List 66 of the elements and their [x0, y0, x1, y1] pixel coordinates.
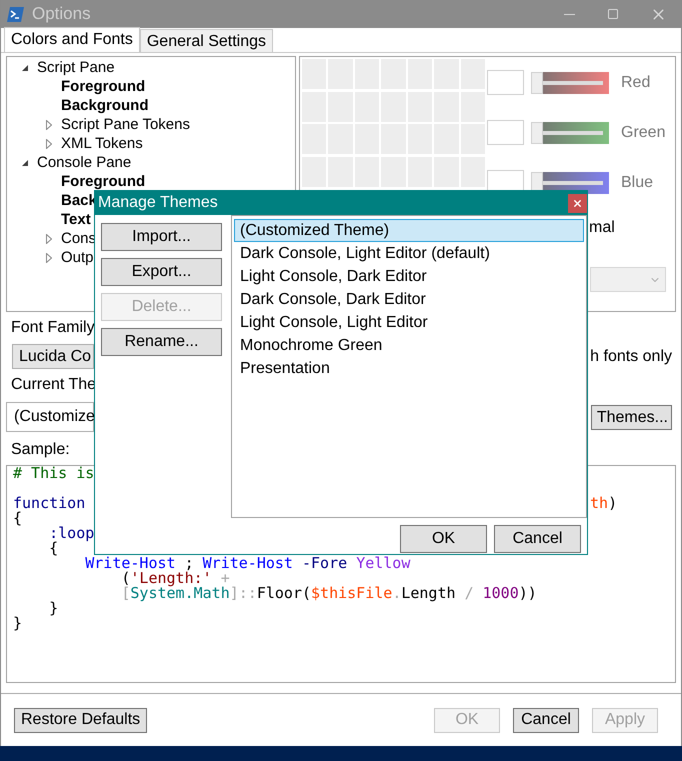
- dialog-title: Manage Themes: [98, 193, 218, 213]
- maximize-icon: [607, 8, 619, 20]
- list-item[interactable]: Light Console, Dark Editor: [234, 265, 584, 288]
- list-item[interactable]: Monochrome Green: [234, 334, 584, 357]
- button[interactable]: Export...: [101, 258, 222, 286]
- tab[interactable]: Colors and Fonts: [4, 27, 140, 52]
- input-field[interactable]: [487, 70, 524, 95]
- option-label: h fonts only: [590, 346, 672, 366]
- slider-thumb[interactable]: [531, 122, 543, 144]
- list-item[interactable]: Light Console, Light Editor: [234, 311, 584, 334]
- code-line: # This is: [13, 466, 94, 481]
- tree-item[interactable]: Script Pane Tokens: [61, 115, 190, 134]
- field-label: Font Family: [11, 319, 95, 337]
- tree-item[interactable]: Foreground: [61, 172, 146, 191]
- slider-label: Red: [621, 72, 650, 92]
- option-label: mal: [588, 219, 616, 237]
- tree-item[interactable]: Cons: [61, 229, 96, 248]
- caret-down-icon[interactable]: [21, 64, 29, 72]
- caret-right-icon[interactable]: [46, 120, 52, 130]
- field-label: Sample:: [11, 441, 70, 459]
- terminal-icon: [7, 6, 24, 22]
- list-item[interactable]: (Customized Theme): [234, 219, 584, 242]
- close-button[interactable]: [568, 194, 587, 212]
- button[interactable]: Restore Defaults: [14, 708, 148, 732]
- code-line: th): [590, 496, 618, 511]
- button[interactable]: Rename...: [101, 328, 222, 356]
- theme-dropdown[interactable]: (Customize: [6, 402, 94, 432]
- list-item[interactable]: Dark Console, Light Editor (default): [234, 242, 584, 265]
- caret-right-icon[interactable]: [46, 138, 52, 148]
- slider-label: Green: [621, 122, 666, 142]
- color-slider[interactable]: [531, 72, 609, 94]
- caret-down-icon[interactable]: [21, 158, 29, 166]
- tab[interactable]: General Settings: [140, 29, 274, 52]
- caret-right-icon[interactable]: [46, 234, 52, 244]
- input-field[interactable]: [487, 120, 524, 145]
- tree-item[interactable]: Foreground: [61, 77, 146, 96]
- tree-item[interactable]: Text: [61, 210, 91, 229]
- color-slider[interactable]: [531, 122, 609, 144]
- code-line: }: [48, 601, 58, 616]
- code-line: [System.Math]::Floor($thisFile.Length / 1000)): [120, 586, 537, 601]
- tree-item[interactable]: XML Tokens: [61, 134, 143, 153]
- font-dropdown[interactable]: Lucida Co: [12, 344, 94, 369]
- code-line: :loop: [48, 526, 94, 541]
- caret-right-icon[interactable]: [46, 252, 52, 262]
- button[interactable]: OK: [400, 525, 487, 553]
- tree-item[interactable]: Outp: [61, 248, 94, 267]
- slider-thumb[interactable]: [531, 72, 543, 94]
- list-item[interactable]: Presentation: [234, 357, 584, 380]
- list-item[interactable]: Dark Console, Dark Editor: [234, 288, 584, 311]
- code-line: Write-Host ; Write-Host -Fore Yellow: [84, 556, 410, 571]
- button[interactable]: Themes...: [591, 404, 672, 430]
- close-icon: [572, 198, 583, 208]
- button[interactable]: Import...: [101, 223, 222, 251]
- slider-label: Blue: [621, 172, 654, 192]
- field-label: Current The: [11, 376, 96, 394]
- button[interactable]: Cancel: [513, 708, 579, 732]
- tree-item[interactable]: Background: [61, 96, 149, 115]
- window-title: Options: [32, 3, 91, 26]
- code-line: ('Length:' +: [120, 571, 230, 586]
- tree-item[interactable]: Script Pane: [37, 58, 115, 77]
- code-line: }: [13, 616, 22, 631]
- code-line: {: [48, 541, 58, 556]
- code-line: function: [13, 496, 86, 511]
- button[interactable]: Cancel: [494, 525, 581, 553]
- code-line: {: [13, 511, 22, 526]
- tree-item[interactable]: Console Pane: [37, 153, 132, 172]
